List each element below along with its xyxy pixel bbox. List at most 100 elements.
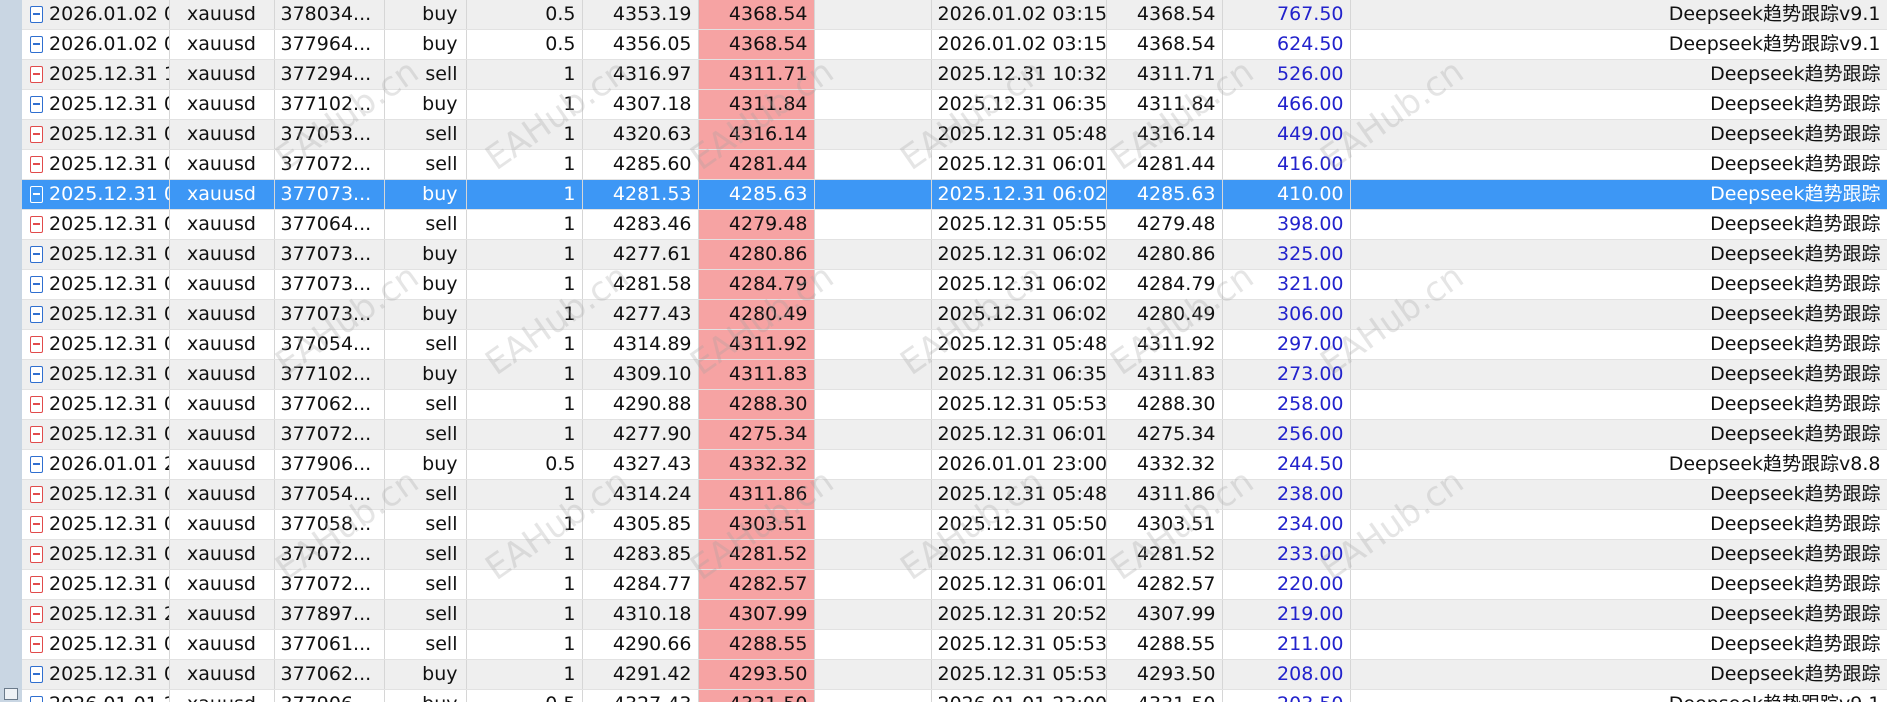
close-time-cell: 2025.12.31 05:48:54 (931, 329, 1107, 360)
type-cell: sell (384, 509, 467, 540)
price-cell: 4311.71 (1106, 59, 1223, 90)
buy-order-icon (30, 696, 43, 702)
volume-cell: 1 (466, 59, 583, 90)
buy-order-icon (30, 186, 43, 203)
table-row[interactable]: 2025.12.31 05:...xauusd377058...sell1430… (22, 509, 1887, 540)
open-time-text: 2025.12.31 20:... (49, 603, 168, 625)
close-price-cell: 4311.83 (698, 359, 815, 390)
sell-order-icon (30, 396, 43, 413)
profit-cell: 273.00 (1222, 359, 1351, 390)
volume-cell: 1 (466, 389, 583, 420)
comment-cell: Deepseek趋势跟踪v9.1 (1350, 689, 1887, 702)
table-row[interactable]: 2026.01.02 02:...xauusd378034...buy0.543… (22, 0, 1887, 30)
buy-order-icon (30, 96, 43, 113)
type-cell: sell (384, 629, 467, 660)
comment-cell: Deepseek趋势跟踪 (1350, 299, 1887, 330)
ticket-cell: 377072... (274, 149, 385, 180)
profit-cell: 325.00 (1222, 239, 1351, 270)
price-cell: 4288.30 (1106, 389, 1223, 420)
table-row[interactable]: 2026.01.02 01:...xauusd377964...buy0.543… (22, 29, 1887, 60)
comment-cell: Deepseek趋势跟踪 (1350, 209, 1887, 240)
symbol-cell: xauusd (169, 389, 275, 420)
open-time-cell: 2025.12.31 06:... (22, 569, 170, 600)
price-cell: 4285.63 (1106, 179, 1223, 210)
type-cell: buy (384, 689, 467, 702)
table-row[interactable]: 2025.12.31 06:...xauusd377072...sell1428… (22, 539, 1887, 570)
sell-order-icon (30, 156, 43, 173)
table-row[interactable]: 2025.12.31 10:...xauusd377294...sell1431… (22, 59, 1887, 90)
table-row[interactable]: 2025.12.31 05:...xauusd377053...sell1432… (22, 119, 1887, 150)
price-cell: 4331.50 (1106, 689, 1223, 702)
table-row[interactable]: 2025.12.31 06:...xauusd377102...buy14307… (22, 89, 1887, 120)
table-row[interactable]: 2025.12.31 05:...xauusd377062...buy14291… (22, 659, 1887, 690)
empty-cell (814, 419, 932, 450)
type-cell: buy (384, 359, 467, 390)
table-row[interactable]: 2025.12.31 05:...xauusd377061...sell1429… (22, 629, 1887, 660)
close-time-cell: 2025.12.31 05:53:18 (931, 389, 1107, 420)
open-time-cell: 2025.12.31 05:... (22, 629, 170, 660)
close-price-cell: 4311.86 (698, 479, 815, 510)
table-row[interactable]: 2025.12.31 05:...xauusd377054...sell1431… (22, 329, 1887, 360)
sell-order-icon (30, 426, 43, 443)
table-row[interactable]: 2025.12.31 06:...xauusd377102...buy14309… (22, 359, 1887, 390)
empty-cell (814, 479, 932, 510)
profit-cell: 410.00 (1222, 179, 1351, 210)
open-price-cell: 4310.18 (582, 599, 699, 630)
open-price-cell: 4290.66 (582, 629, 699, 660)
table-row[interactable]: 2025.12.31 20:...xauusd377897...sell1431… (22, 599, 1887, 630)
table-row[interactable]: 2025.12.31 06:...xauusd377073...buy14281… (22, 269, 1887, 300)
profit-cell: 526.00 (1222, 59, 1351, 90)
close-price-cell: 4368.54 (698, 29, 815, 60)
volume-cell: 1 (466, 209, 583, 240)
close-price-cell: 4280.49 (698, 299, 815, 330)
profit-cell: 238.00 (1222, 479, 1351, 510)
open-time-wrap: 2025.12.31 06:... (28, 180, 168, 209)
open-time-cell: 2025.12.31 06:... (22, 149, 170, 180)
close-price-cell: 4288.55 (698, 629, 815, 660)
empty-cell (814, 329, 932, 360)
table-row-selected[interactable]: 2025.12.31 06:...xauusd377073...buy14281… (22, 179, 1887, 210)
type-cell: sell (384, 539, 467, 570)
table-row[interactable]: 2026.01.01 23:...xauusd377906...buy0.543… (22, 689, 1887, 702)
table-row[interactable]: 2025.12.31 06:...xauusd377073...buy14277… (22, 299, 1887, 330)
comment-cell: Deepseek趋势跟踪 (1350, 269, 1887, 300)
price-cell: 4293.50 (1106, 659, 1223, 690)
sell-order-icon (30, 576, 43, 593)
sell-order-icon (30, 606, 43, 623)
open-time-cell: 2026.01.01 23:... (22, 689, 170, 702)
close-time-cell: 2025.12.31 06:01:11 (931, 149, 1107, 180)
ticket-cell: 377072... (274, 539, 385, 570)
empty-cell (814, 389, 932, 420)
table-row[interactable]: 2025.12.31 06:...xauusd377072...sell1428… (22, 149, 1887, 180)
symbol-cell: xauusd (169, 59, 275, 90)
open-time-wrap: 2025.12.31 05:... (28, 630, 168, 659)
volume-cell: 1 (466, 599, 583, 630)
close-time-cell: 2025.12.31 06:02:07 (931, 239, 1107, 270)
profit-cell: 211.00 (1222, 629, 1351, 660)
trade-history-grid[interactable]: 2026.01.02 02:...xauusd378034...buy0.543… (22, 0, 1887, 702)
price-cell: 4368.54 (1106, 29, 1223, 60)
table-row[interactable]: 2025.12.31 05:...xauusd377062...sell1429… (22, 389, 1887, 420)
table-row[interactable]: 2025.12.31 06:...xauusd377072...sell1428… (22, 569, 1887, 600)
price-cell: 4275.34 (1106, 419, 1223, 450)
symbol-cell: xauusd (169, 209, 275, 240)
table-row[interactable]: 2025.12.31 05:...xauusd377064...sell1428… (22, 209, 1887, 240)
close-price-cell: 4311.92 (698, 329, 815, 360)
open-time-cell: 2025.12.31 06:... (22, 539, 170, 570)
comment-cell: Deepseek趋势跟踪 (1350, 659, 1887, 690)
empty-cell (814, 89, 932, 120)
open-time-text: 2026.01.01 23:... (49, 453, 168, 475)
table-row[interactable]: 2025.12.31 06:...xauusd377073...buy14277… (22, 239, 1887, 270)
buy-order-icon (30, 276, 43, 293)
symbol-cell: xauusd (169, 479, 275, 510)
volume-cell: 1 (466, 179, 583, 210)
volume-cell: 1 (466, 539, 583, 570)
table-row[interactable]: 2025.12.31 05:...xauusd377054...sell1431… (22, 479, 1887, 510)
open-time-cell: 2025.12.31 05:... (22, 389, 170, 420)
table-row[interactable]: 2026.01.01 23:...xauusd377906...buy0.543… (22, 449, 1887, 480)
empty-cell (814, 209, 932, 240)
empty-cell (814, 539, 932, 570)
close-price-cell: 4316.14 (698, 119, 815, 150)
close-time-cell: 2025.12.31 05:50:51 (931, 509, 1107, 540)
table-row[interactable]: 2025.12.31 06:...xauusd377072...sell1427… (22, 419, 1887, 450)
